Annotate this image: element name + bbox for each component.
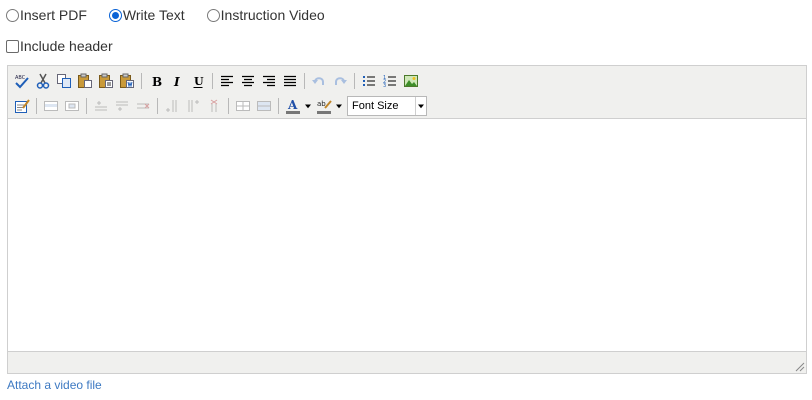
toolbar-separator — [36, 98, 37, 114]
chevron-down-icon[interactable] — [415, 97, 426, 115]
toolbar-separator — [228, 98, 229, 114]
write-text-option[interactable]: Write Text — [108, 7, 185, 23]
instruction-video-label[interactable]: Instruction Video — [221, 7, 325, 23]
toolbar-separator — [278, 98, 279, 114]
merge-cells-icon[interactable] — [254, 96, 274, 116]
insert-image-icon[interactable] — [401, 71, 421, 91]
toolbar-separator — [304, 73, 305, 89]
cut-icon[interactable] — [33, 71, 53, 91]
toolbar-separator — [212, 73, 213, 89]
unordered-list-icon[interactable] — [359, 71, 379, 91]
insert-row-after-icon[interactable] — [112, 96, 132, 116]
edit-html-icon[interactable] — [12, 96, 32, 116]
toolbar-separator — [157, 98, 158, 114]
font-size-select[interactable]: Font Size — [347, 96, 427, 116]
content-type-radio-group: Insert PDF Write Text Instruction Video — [6, 6, 347, 24]
insert-pdf-radio[interactable] — [6, 8, 19, 22]
align-center-icon[interactable] — [238, 71, 258, 91]
spellcheck-icon[interactable]: ABC — [12, 71, 32, 91]
highlight-color-icon[interactable]: ab — [314, 96, 334, 116]
svg-text:I: I — [173, 75, 180, 89]
include-header-checkbox[interactable] — [6, 39, 19, 53]
attach-video-link[interactable]: Attach a video file — [7, 378, 102, 392]
table-cell-props-icon[interactable] — [62, 96, 82, 116]
align-left-icon[interactable] — [217, 71, 237, 91]
resize-handle-icon[interactable] — [793, 360, 805, 372]
insert-row-before-icon[interactable] — [91, 96, 111, 116]
toolbar-separator — [354, 73, 355, 89]
italic-icon[interactable]: I — [167, 71, 187, 91]
table-row-props-icon[interactable] — [41, 96, 61, 116]
align-justify-icon[interactable] — [280, 71, 300, 91]
underline-icon[interactable]: U — [188, 71, 208, 91]
insert-pdf-option[interactable]: Insert PDF — [6, 7, 87, 23]
paste-text-icon[interactable] — [96, 71, 116, 91]
svg-text:U: U — [194, 75, 204, 88]
write-text-label[interactable]: Write Text — [123, 7, 185, 23]
insert-col-after-icon[interactable] — [183, 96, 203, 116]
instruction-video-option[interactable]: Instruction Video — [206, 7, 325, 23]
split-cells-icon[interactable] — [233, 96, 253, 116]
text-color-icon[interactable]: A — [283, 96, 303, 116]
insert-pdf-label[interactable]: Insert PDF — [20, 7, 87, 23]
delete-row-icon[interactable] — [133, 96, 153, 116]
rich-text-editor: ABC B I U 1 2 3 A ab Font Size — [7, 65, 807, 374]
bold-icon[interactable]: B — [146, 71, 166, 91]
insert-col-before-icon[interactable] — [162, 96, 182, 116]
toolbar-row-2: A ab Font Size — [12, 95, 427, 117]
font-size-label: Font Size — [352, 100, 399, 112]
text-color-dropdown-icon[interactable] — [304, 96, 312, 116]
toolbar-row-1: ABC B I U 1 2 3 — [12, 70, 422, 92]
redo-icon[interactable] — [330, 71, 350, 91]
editor-status-bar — [8, 352, 806, 373]
highlight-color-dropdown-icon[interactable] — [335, 96, 343, 116]
svg-text:B: B — [152, 75, 162, 89]
undo-icon[interactable] — [309, 71, 329, 91]
svg-text:3: 3 — [383, 83, 386, 89]
align-right-icon[interactable] — [259, 71, 279, 91]
copy-icon[interactable] — [54, 71, 74, 91]
include-header-label[interactable]: Include header — [20, 38, 113, 54]
ordered-list-icon[interactable]: 123 — [380, 71, 400, 91]
include-header-option[interactable]: Include header — [6, 37, 113, 55]
write-text-radio[interactable] — [108, 8, 122, 22]
paste-word-icon[interactable] — [117, 71, 137, 91]
instruction-video-radio[interactable] — [206, 8, 220, 22]
editor-content-area[interactable] — [8, 118, 806, 352]
paste-icon[interactable] — [75, 71, 95, 91]
svg-text:A: A — [287, 98, 298, 112]
delete-col-icon[interactable] — [204, 96, 224, 116]
toolbar-separator — [86, 98, 87, 114]
svg-text:ABC: ABC — [15, 75, 26, 81]
toolbar-separator — [141, 73, 142, 89]
editor-toolbar: ABC B I U 1 2 3 A ab Font Size — [8, 66, 806, 118]
